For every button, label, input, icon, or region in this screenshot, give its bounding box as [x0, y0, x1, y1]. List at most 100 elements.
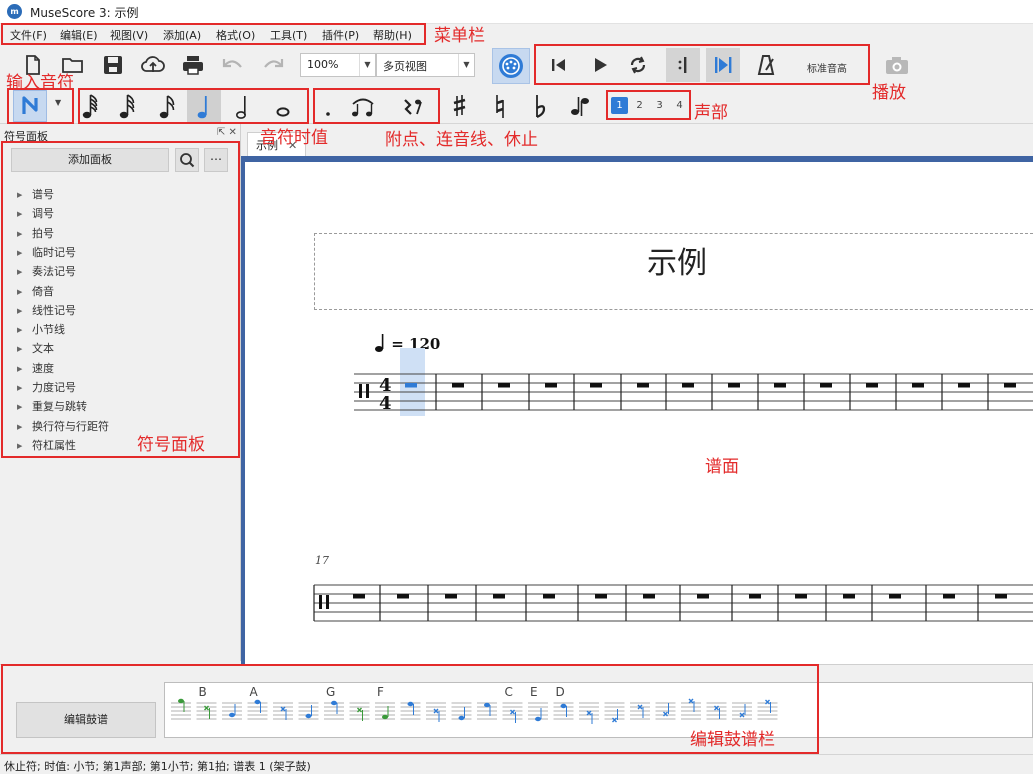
score-tab-bar: 示例 ✕: [241, 124, 1033, 156]
rewind-to-start-icon[interactable]: [544, 50, 574, 80]
upload-cloud-icon[interactable]: [138, 50, 168, 80]
zoom-select[interactable]: 100% ▼: [300, 53, 376, 77]
drumset-palette[interactable]: BAGFCED: [164, 682, 1033, 738]
quarter-note-icon[interactable]: [187, 90, 221, 122]
flat-icon[interactable]: [525, 91, 555, 121]
camera-icon[interactable]: [882, 50, 912, 80]
chevron-right-icon: ▶: [17, 210, 23, 219]
palette-item[interactable]: ▶ 倚音: [17, 283, 54, 299]
menu-plugins[interactable]: 插件(P): [322, 27, 359, 43]
palette-item[interactable]: ▶ 速度: [17, 360, 54, 376]
voice-3-button[interactable]: 3: [651, 97, 668, 114]
palette-item[interactable]: ▶ 临时记号: [17, 244, 76, 260]
time-signature-bottom: 4: [379, 393, 392, 414]
drum-note-cross: [280, 706, 286, 712]
drum-note-head: [484, 702, 490, 708]
status-bar: 休止符; 时值: 小节; 第1声部; 第1小节; 第1拍; 谱表 1 (架子鼓): [0, 754, 1033, 774]
note-input-icon[interactable]: [13, 90, 47, 122]
palette-item[interactable]: ▶ 小节线: [17, 321, 65, 337]
measure-rest: [697, 594, 709, 599]
drum-note-letter: D: [556, 685, 565, 699]
chevron-down-icon: ▼: [359, 54, 375, 76]
save-icon[interactable]: [98, 50, 128, 80]
drum-note-letter: A: [250, 685, 259, 699]
edit-drumset-button[interactable]: 编辑鼓谱: [16, 702, 156, 738]
metronome-icon[interactable]: [751, 50, 781, 80]
drum-note-head: [254, 699, 261, 705]
menu-format[interactable]: 格式(O): [216, 27, 255, 43]
menu-view[interactable]: 视图(V): [110, 27, 148, 43]
menu-file[interactable]: 文件(F): [10, 27, 47, 43]
measure-rest: [889, 594, 901, 599]
voice-2-button[interactable]: 2: [631, 97, 648, 114]
drum-note-head: [305, 713, 312, 719]
chevron-right-icon: ▶: [17, 364, 23, 373]
voice-selector: 1 2 3 4: [611, 97, 691, 115]
palette-item[interactable]: ▶ 符杠属性: [17, 437, 76, 453]
menu-add[interactable]: 添加(A): [163, 27, 201, 43]
16th-note-icon[interactable]: [152, 91, 182, 121]
palette-item[interactable]: ▶ 重复与跳转: [17, 398, 87, 414]
palette-item-label: 倚音: [32, 284, 54, 298]
palette-item[interactable]: ▶ 力度记号: [17, 379, 76, 395]
chevron-down-icon: ▼: [458, 54, 474, 76]
palette-item-label: 换行符与行距符: [32, 419, 109, 433]
natural-icon[interactable]: [485, 91, 515, 121]
search-icon[interactable]: [175, 148, 199, 172]
measure-rest: [728, 383, 740, 388]
palette-item[interactable]: ▶ 文本: [17, 340, 54, 356]
half-note-icon[interactable]: [228, 91, 258, 121]
voice-4-button[interactable]: 4: [671, 97, 688, 114]
score-page[interactable]: 示例 = 120 44 17: [245, 162, 1033, 664]
32nd-note-icon[interactable]: [112, 91, 142, 121]
redo-icon[interactable]: [258, 50, 288, 80]
chevron-right-icon: ▶: [17, 384, 23, 392]
chevron-down-icon[interactable]: ▼: [55, 98, 61, 107]
concert-pitch-button[interactable]: 标准音高: [807, 60, 847, 75]
print-icon[interactable]: [178, 50, 208, 80]
chevron-right-icon: ▶: [17, 403, 23, 412]
64th-note-icon[interactable]: [75, 91, 105, 121]
voice-1-button[interactable]: 1: [611, 97, 628, 114]
panel-float-close-icons[interactable]: ⇱ ✕: [217, 127, 237, 138]
chevron-right-icon: ▶: [17, 229, 23, 238]
loop-icon[interactable]: [623, 50, 653, 80]
palette-item-label: 调号: [32, 207, 54, 221]
more-options-icon[interactable]: ⋯: [204, 148, 228, 172]
palette-item[interactable]: ▶ 谱号: [17, 186, 54, 202]
palette-item[interactable]: ▶ 换行符与行距符: [17, 418, 109, 434]
menu-help[interactable]: 帮助(H): [373, 27, 412, 43]
augmentation-dot-icon[interactable]: [313, 91, 343, 121]
rest-icon[interactable]: [398, 91, 428, 121]
measure-rest: [498, 383, 510, 388]
measure-rest: [943, 594, 955, 599]
menu-edit[interactable]: 编辑(E): [60, 27, 98, 43]
whole-note-icon[interactable]: [268, 91, 298, 121]
sharp-icon[interactable]: [444, 91, 474, 121]
drumset-notes[interactable]: BAGFCED: [165, 683, 1032, 737]
palette-item[interactable]: ▶ 线性记号: [17, 302, 76, 318]
chevron-right-icon: ▶: [17, 191, 23, 199]
add-palette-button[interactable]: 添加面板: [11, 148, 169, 172]
drum-note-cross: [688, 698, 694, 704]
view-mode-select[interactable]: 多页视图 ▼: [376, 53, 475, 77]
chevron-right-icon: ▶: [17, 441, 23, 450]
tie-icon[interactable]: [348, 91, 378, 121]
loop-out-icon[interactable]: [706, 48, 740, 82]
staff-canvas[interactable]: 44: [245, 162, 1033, 664]
palette-item[interactable]: ▶ 调号: [17, 205, 54, 221]
play-icon[interactable]: [585, 50, 615, 80]
palette-panel: 符号面板 ⇱ ✕ 添加面板 ⋯ ▶ 谱号 ▶ 调号 ▶ 拍号 ▶ 临时记号 ▶ 奏法记号 ▶ 倚音 ▶ 线…: [0, 124, 241, 661]
palette-item-label: 奏法记号: [32, 265, 76, 279]
midi-input-icon[interactable]: [492, 48, 530, 84]
menu-tools[interactable]: 工具(T): [270, 27, 307, 43]
durations-annotation: 音符时值: [260, 128, 328, 148]
undo-icon[interactable]: [218, 50, 248, 80]
percussion-clef: [366, 384, 369, 398]
window-title: MuseScore 3: 示例: [30, 6, 139, 20]
loop-in-icon[interactable]: [666, 48, 700, 82]
drum-note-letter: B: [199, 685, 207, 699]
flip-direction-icon[interactable]: [565, 91, 595, 121]
palette-item[interactable]: ▶ 奏法记号: [17, 263, 76, 279]
palette-item[interactable]: ▶ 拍号: [17, 225, 54, 241]
